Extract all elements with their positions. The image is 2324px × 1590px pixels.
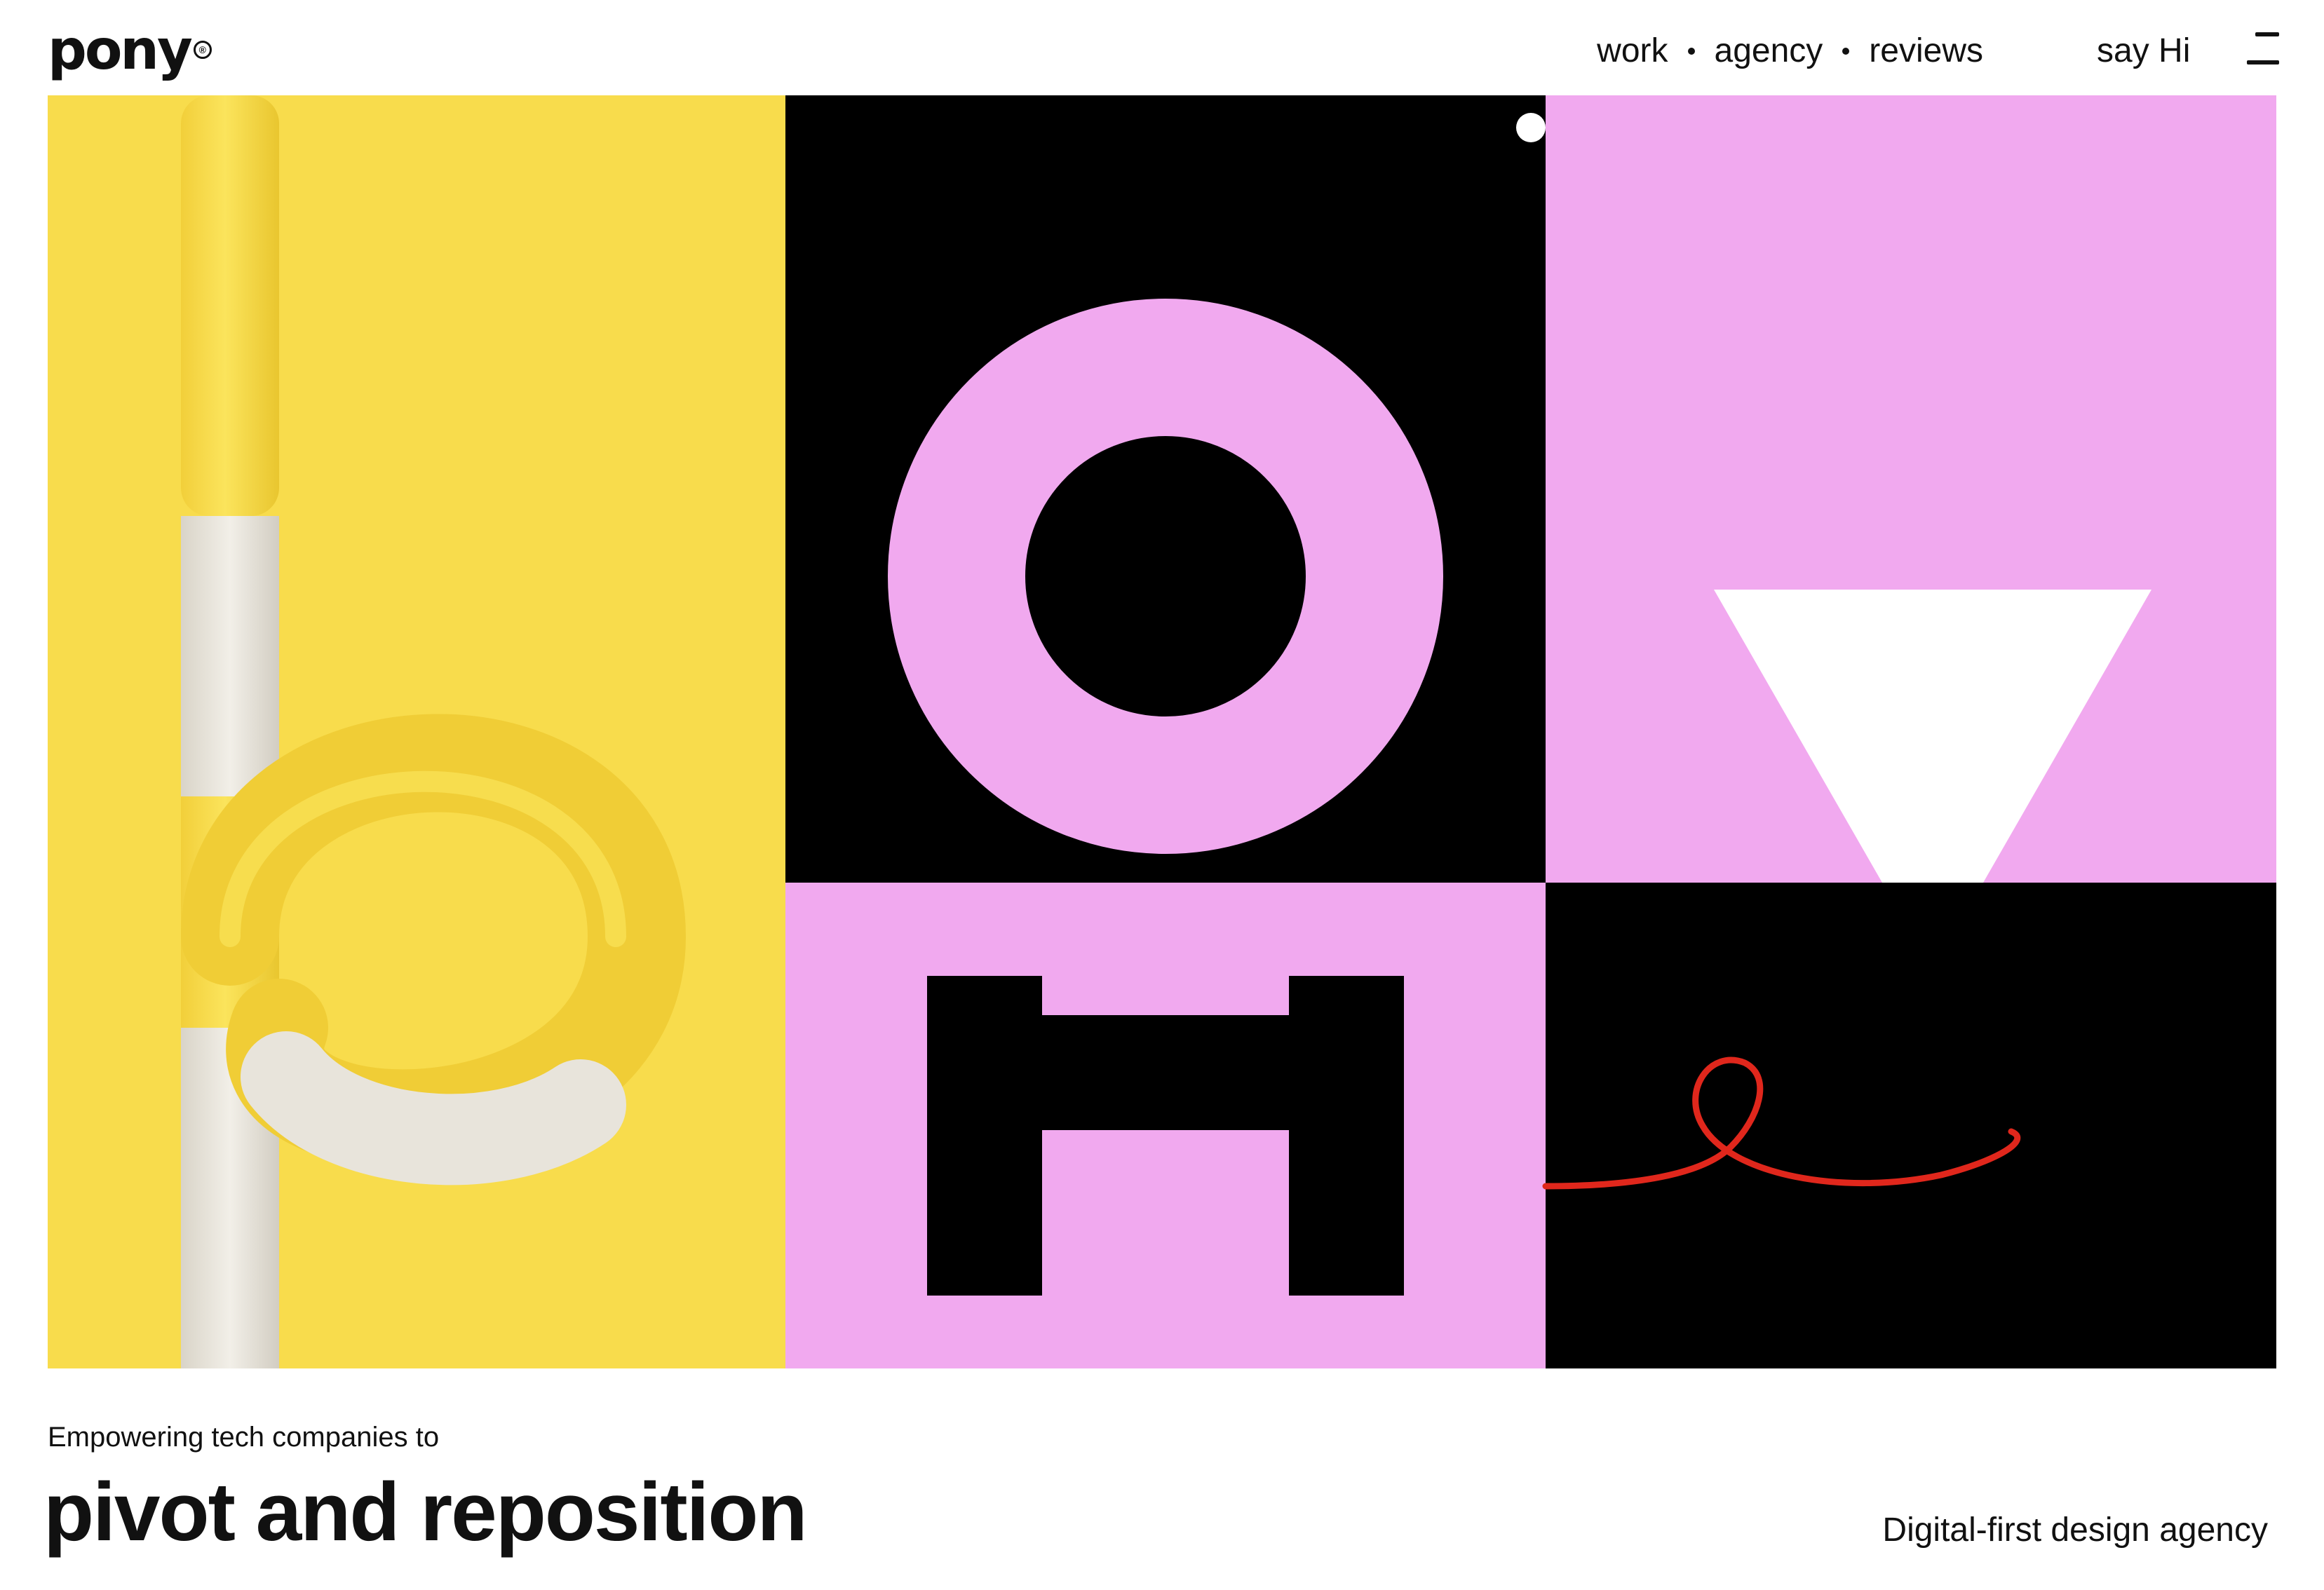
nav-item-agency[interactable]: agency: [1715, 27, 1823, 76]
letter-e-script: [1542, 1056, 2021, 1190]
hero-letterforms: [181, 95, 2151, 1368]
nav-item-reviews[interactable]: reviews: [1869, 27, 1983, 76]
registered-mark-icon: ®: [193, 41, 212, 59]
hamburger-menu-icon[interactable]: [2247, 32, 2279, 66]
letter-p-tube: [181, 95, 687, 1368]
letter-o-ring: [888, 299, 1443, 854]
site-header: pony ® work agency reviews say Hi: [0, 0, 2324, 95]
logo-wordmark: pony: [48, 19, 193, 82]
nav-item-work[interactable]: work: [1597, 27, 1668, 76]
letter-h-shape: [927, 976, 1404, 1296]
hero-tagline: Empowering tech companies to: [48, 1422, 440, 1453]
nav-separator-dot: [1842, 48, 1850, 55]
letter-v-triangle: [1714, 590, 2151, 883]
pony-logo[interactable]: pony ®: [48, 15, 212, 86]
say-hi-link[interactable]: say Hi: [2097, 27, 2190, 76]
hero-headline: pivot and reposition: [43, 1466, 808, 1558]
nav-separator-dot: [1687, 48, 1695, 55]
agency-descriptor: Digital-first design agency: [1882, 1511, 2268, 1549]
hero-artwork: [48, 95, 2276, 1368]
main-nav: work agency reviews: [1597, 27, 1983, 76]
cursor-dot: [1516, 113, 1546, 142]
